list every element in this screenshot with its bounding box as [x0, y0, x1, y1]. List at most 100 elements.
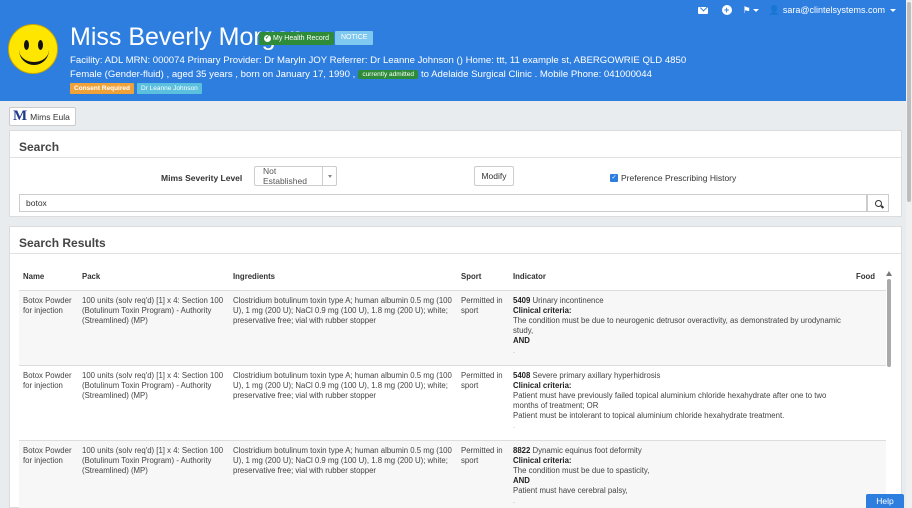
cell-name: Botox Powder for injection [19, 365, 78, 441]
cell-name: Botox Powder for injection [23, 296, 72, 315]
cell-food [852, 365, 886, 441]
help-button[interactable]: Help [866, 494, 904, 508]
criteria-tail: . [513, 496, 516, 505]
checkbox-checked-icon: ✓ [610, 174, 618, 182]
admission-text: to Adelaide Surgical Clinic . Mobile Pho… [420, 69, 652, 80]
cell-indicator: 8822 Dynamic equinus foot deformity Clin… [509, 440, 852, 508]
column-header-indicator[interactable]: Indicator [509, 267, 852, 291]
chevron-down-icon [752, 8, 759, 12]
cell-sport: Permitted in sport [461, 296, 503, 315]
table-header-row: Name Pack Ingredients Sport Indicator Fo… [19, 267, 886, 291]
modify-button[interactable]: Modify [474, 166, 514, 186]
messages-button[interactable] [697, 4, 709, 16]
add-button[interactable]: + [721, 4, 733, 16]
cell-pack: 100 units (solv req'd) [1] x 4: Section … [82, 296, 224, 325]
cell-pack: 100 units (solv req'd) [1] x 4: Section … [78, 365, 229, 441]
mims-logo-icon: M [13, 108, 28, 124]
admitted-badge: currently admitted [358, 70, 418, 79]
preference-history-label: Preference Prescribing History [621, 173, 737, 183]
page-scrollbar-thumb[interactable] [907, 2, 911, 202]
results-panel: Search Results Name Pack Ingredients Spo… [9, 226, 902, 508]
cell-indicator: 5408 Severe primary axillary hyperhidros… [509, 365, 852, 441]
severity-select[interactable]: Not Established [254, 166, 337, 186]
criteria-joiner: AND [513, 476, 530, 485]
criteria-tail: . [513, 421, 516, 430]
cell-ingredients: Clostridium botulinum toxin type A; huma… [229, 440, 457, 508]
tab-label: Mims Eula [30, 111, 70, 122]
notice-badge[interactable]: NOTICE [335, 31, 374, 45]
criteria-joiner: AND [513, 336, 530, 345]
check-circle-icon: ✓ [264, 35, 271, 42]
indication-code: 5409 [513, 296, 531, 305]
my-health-record-label: My Health Record [273, 35, 330, 42]
search-panel-title: Search [10, 131, 901, 158]
column-header-food[interactable]: Food [852, 267, 886, 291]
page-scrollbar[interactable] [906, 0, 912, 508]
scrollbar-thumb[interactable] [887, 279, 891, 367]
criteria-tail: . [513, 346, 516, 355]
cell-ingredients: Clostridium botulinum toxin type A; huma… [229, 365, 457, 441]
cell-sport: Permitted in sport [457, 440, 509, 508]
indication-line: 8822 Dynamic equinus foot deformity [513, 446, 848, 456]
search-input[interactable] [19, 194, 867, 212]
indication-line: 5408 Severe primary axillary hyperhidros… [513, 371, 848, 381]
indication-code: 8822 [513, 446, 531, 455]
user-email: sara@clintelsystems.com [782, 5, 885, 15]
cell-sport: Permitted in sport [457, 365, 509, 441]
doctor-badge[interactable]: Dr Leanne Johnson [136, 83, 202, 94]
patient-avatar [8, 24, 58, 74]
criteria-text: Patient must have previously failed topi… [513, 391, 827, 410]
chevron-down-icon [890, 8, 896, 12]
column-header-ingredients[interactable]: Ingredients [229, 267, 457, 291]
table-row[interactable]: Botox Powder for injection 100 units (so… [19, 365, 886, 441]
user-icon: 👤 [768, 4, 780, 15]
criteria-heading: Clinical criteria: [513, 306, 572, 315]
patient-demographics-line: Female (Gender-fluid) , aged 35 years , … [70, 69, 652, 80]
results-table: Name Pack Ingredients Sport Indicator Fo… [19, 267, 886, 508]
results-panel-title: Search Results [10, 227, 901, 254]
tab-mims-eula[interactable]: M Mims Eula [9, 107, 76, 126]
criteria-text: Patient must have cerebral palsy, [513, 486, 628, 495]
avatar-mouth [19, 49, 49, 65]
envelope-icon [697, 6, 708, 14]
cell-indicator: 5409 Urinary incontinence Clinical crite… [509, 291, 852, 366]
cell-food [852, 291, 886, 366]
criteria-heading: Clinical criteria: [513, 456, 572, 465]
preference-history-checkbox[interactable]: ✓ Preference Prescribing History [610, 173, 736, 183]
criteria-text: Patient must be intolerant to topical al… [513, 411, 785, 420]
user-menu[interactable]: 👤 sara@clintelsystems.com [769, 5, 896, 16]
cell-pack: 100 units (solv req'd) [1] x 4: Section … [78, 440, 229, 508]
indication-text: Urinary incontinence [532, 296, 604, 305]
patient-header: + ⚑ 👤 sara@clintelsystems.com Miss Bever… [0, 0, 906, 101]
top-nav: + ⚑ 👤 sara@clintelsystems.com [697, 3, 896, 17]
cell-ingredients: Clostridium botulinum toxin type A; huma… [233, 296, 452, 325]
search-panel: Search Mims Severity Level Not Establish… [9, 130, 902, 217]
plus-icon: + [721, 5, 732, 15]
search-icon [874, 199, 882, 207]
indication-code: 5408 [513, 371, 531, 380]
consent-required-badge[interactable]: Consent Required [70, 83, 134, 94]
indication-text: Dynamic equinus foot deformity [532, 446, 642, 455]
demographics-text: Female (Gender-fluid) , aged 35 years , … [70, 69, 356, 80]
cell-name: Botox Powder for injection [19, 440, 78, 508]
column-header-name[interactable]: Name [19, 267, 78, 291]
table-row[interactable]: Botox Powder for injection 100 units (so… [19, 440, 886, 508]
severity-value: Not Established [263, 166, 307, 186]
flag-icon: ⚑ [742, 4, 751, 15]
column-header-pack[interactable]: Pack [78, 267, 229, 291]
patient-alerts: Consent Required Dr Leanne Johnson [70, 83, 202, 94]
column-header-sport[interactable]: Sport [457, 267, 509, 291]
table-row[interactable]: Botox Powder for injection 100 units (so… [19, 290, 886, 366]
indication-line: 5409 Urinary incontinence [513, 296, 848, 306]
indication-text: Severe primary axillary hyperhidrosis [532, 371, 661, 380]
flag-menu[interactable]: ⚑ [742, 4, 759, 16]
chevron-down-icon [322, 167, 336, 185]
severity-label: Mims Severity Level [161, 173, 243, 183]
search-button[interactable] [867, 194, 889, 212]
results-scrollbar[interactable] [886, 271, 892, 507]
my-health-record-badge[interactable]: ✓ My Health Record [259, 32, 335, 45]
patient-details-line: Facility: ADL MRN: 000074 Primary Provid… [70, 55, 687, 66]
scroll-up-icon[interactable] [886, 271, 892, 276]
criteria-text: The condition must be due to neurogenic … [513, 316, 841, 335]
criteria-heading: Clinical criteria: [513, 381, 572, 390]
